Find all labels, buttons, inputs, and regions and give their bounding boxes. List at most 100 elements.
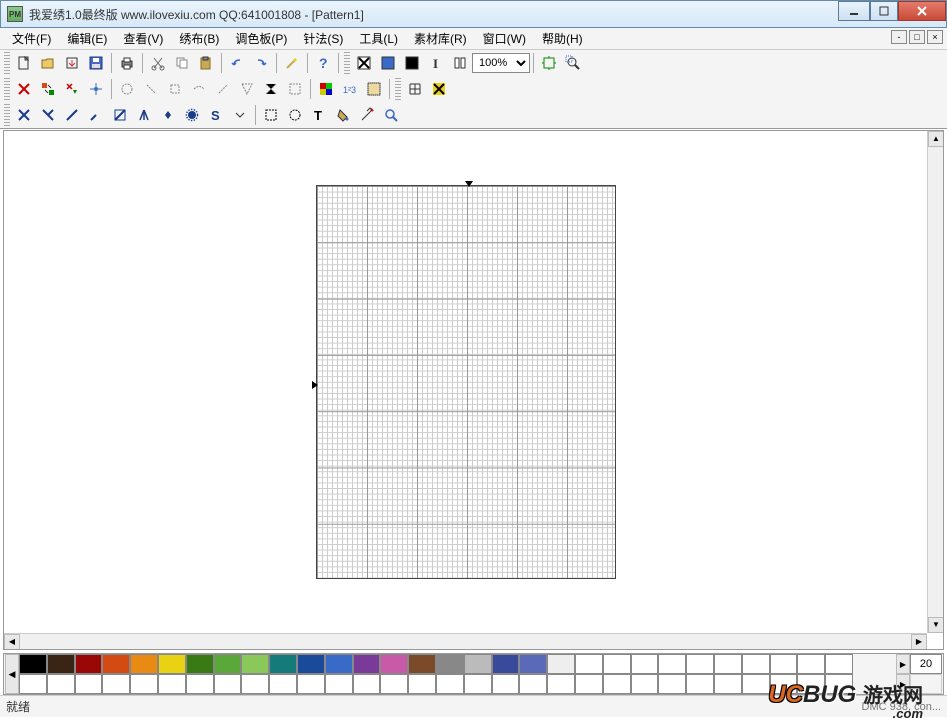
toolbar-grip[interactable]	[4, 104, 10, 126]
help-button[interactable]: ?	[312, 52, 334, 74]
scroll-right-button[interactable]: ▶	[911, 634, 927, 650]
swatch-empty[interactable]	[825, 674, 853, 694]
zoom-select[interactable]: 100%	[472, 53, 530, 73]
grid-button[interactable]	[404, 78, 426, 100]
delete-x-button[interactable]	[13, 78, 35, 100]
swatch-13[interactable]	[380, 654, 408, 674]
swatch-empty[interactable]	[603, 674, 631, 694]
mdi-minimize-button[interactable]: -	[891, 30, 907, 44]
swatch-empty[interactable]	[770, 674, 798, 694]
menu-palette[interactable]: 调色板(P)	[227, 28, 295, 49]
swatch-empty[interactable]	[797, 674, 825, 694]
toolbar-grip[interactable]	[4, 52, 10, 74]
menu-file[interactable]: 文件(F)	[4, 28, 59, 49]
text-tool-button[interactable]: T	[308, 104, 330, 126]
scroll-down-button[interactable]: ▼	[928, 617, 944, 633]
swatch-5[interactable]	[158, 654, 186, 674]
swatch-7[interactable]	[214, 654, 242, 674]
save-button[interactable]	[85, 52, 107, 74]
canvas-viewport[interactable]	[4, 131, 927, 633]
swatch-empty[interactable]	[686, 654, 714, 674]
swatch-14[interactable]	[408, 654, 436, 674]
menu-fabric[interactable]: 绣布(B)	[171, 28, 227, 49]
swatch-empty[interactable]	[714, 674, 742, 694]
tool-f-button[interactable]	[236, 78, 258, 100]
maximize-button[interactable]	[870, 1, 898, 21]
select-free-button[interactable]	[284, 104, 306, 126]
swatch-empty[interactable]	[686, 674, 714, 694]
minimize-button[interactable]	[838, 1, 870, 21]
symbol-fill-button[interactable]	[377, 52, 399, 74]
swatch-empty[interactable]	[547, 674, 575, 694]
swatch-empty[interactable]	[75, 674, 103, 694]
swatch-empty[interactable]	[241, 674, 269, 694]
swatch-empty[interactable]	[269, 674, 297, 694]
swatch-empty[interactable]	[130, 674, 158, 694]
bead-stitch-button[interactable]	[133, 104, 155, 126]
swatch-2[interactable]	[75, 654, 103, 674]
highlight-x-button[interactable]	[428, 78, 450, 100]
full-stitch-button[interactable]	[13, 104, 35, 126]
new-button[interactable]	[13, 52, 35, 74]
three-quarter-button[interactable]	[109, 104, 131, 126]
swatch-1[interactable]	[47, 654, 75, 674]
swatch-16[interactable]	[464, 654, 492, 674]
pattern-grid[interactable]	[316, 185, 616, 579]
import-button[interactable]	[61, 52, 83, 74]
scroll-up-button[interactable]: ▲	[928, 131, 944, 147]
blend-button[interactable]	[363, 78, 385, 100]
tool-b-button[interactable]	[140, 78, 162, 100]
redo-button[interactable]	[250, 52, 272, 74]
stitch-x-button[interactable]	[353, 52, 375, 74]
tool-g-button[interactable]	[260, 78, 282, 100]
swatch-9[interactable]	[269, 654, 297, 674]
copy-button[interactable]	[171, 52, 193, 74]
swatch-19[interactable]	[547, 654, 575, 674]
arrow-down-button[interactable]	[229, 104, 251, 126]
swatch-empty[interactable]	[464, 674, 492, 694]
menu-material[interactable]: 素材库(R)	[406, 28, 475, 49]
select-rect-button[interactable]	[260, 104, 282, 126]
eyedropper-button[interactable]	[356, 104, 378, 126]
palette-colors-button[interactable]	[315, 78, 337, 100]
mdi-close-button[interactable]: ×	[927, 30, 943, 44]
menu-help[interactable]: 帮助(H)	[534, 28, 591, 49]
info-button[interactable]: I	[425, 52, 447, 74]
tool-d-button[interactable]	[188, 78, 210, 100]
swatch-10[interactable]	[297, 654, 325, 674]
swatch-empty[interactable]	[797, 654, 825, 674]
print-button[interactable]	[116, 52, 138, 74]
paste-button[interactable]	[195, 52, 217, 74]
palette-next-button[interactable]: ▶	[896, 654, 910, 674]
swatch-empty[interactable]	[408, 674, 436, 694]
mdi-restore-button[interactable]: □	[909, 30, 925, 44]
menu-stitch[interactable]: 针法(S)	[295, 28, 351, 49]
scroll-left-button[interactable]: ◀	[4, 634, 20, 650]
swatch-empty[interactable]	[102, 674, 130, 694]
swatch-empty[interactable]	[47, 674, 75, 694]
open-button[interactable]	[37, 52, 59, 74]
undo-button[interactable]	[226, 52, 248, 74]
swatch-3[interactable]	[102, 654, 130, 674]
bead-button[interactable]	[181, 104, 203, 126]
swatch-empty[interactable]	[186, 674, 214, 694]
swatch-empty[interactable]	[631, 654, 659, 674]
color-fill-button[interactable]	[401, 52, 423, 74]
swatch-15[interactable]	[436, 654, 464, 674]
fill-tool-button[interactable]	[332, 104, 354, 126]
tool-a-button[interactable]	[116, 78, 138, 100]
quarter-stitch-button[interactable]	[85, 104, 107, 126]
swatch-empty[interactable]	[825, 654, 853, 674]
swatch-18[interactable]	[519, 654, 547, 674]
swatch-empty[interactable]	[575, 674, 603, 694]
numbers-button[interactable]: 1²3	[339, 78, 361, 100]
palette-next2-button[interactable]: ▶	[896, 674, 910, 694]
swatch-0[interactable]	[19, 654, 47, 674]
zoom-region-button[interactable]	[562, 52, 584, 74]
half-stitch-button[interactable]	[37, 104, 59, 126]
swatch-empty[interactable]	[380, 674, 408, 694]
special-stitch-button[interactable]: S	[205, 104, 227, 126]
swatch-empty[interactable]	[742, 654, 770, 674]
zoom-tool-button[interactable]	[380, 104, 402, 126]
swatch-11[interactable]	[325, 654, 353, 674]
